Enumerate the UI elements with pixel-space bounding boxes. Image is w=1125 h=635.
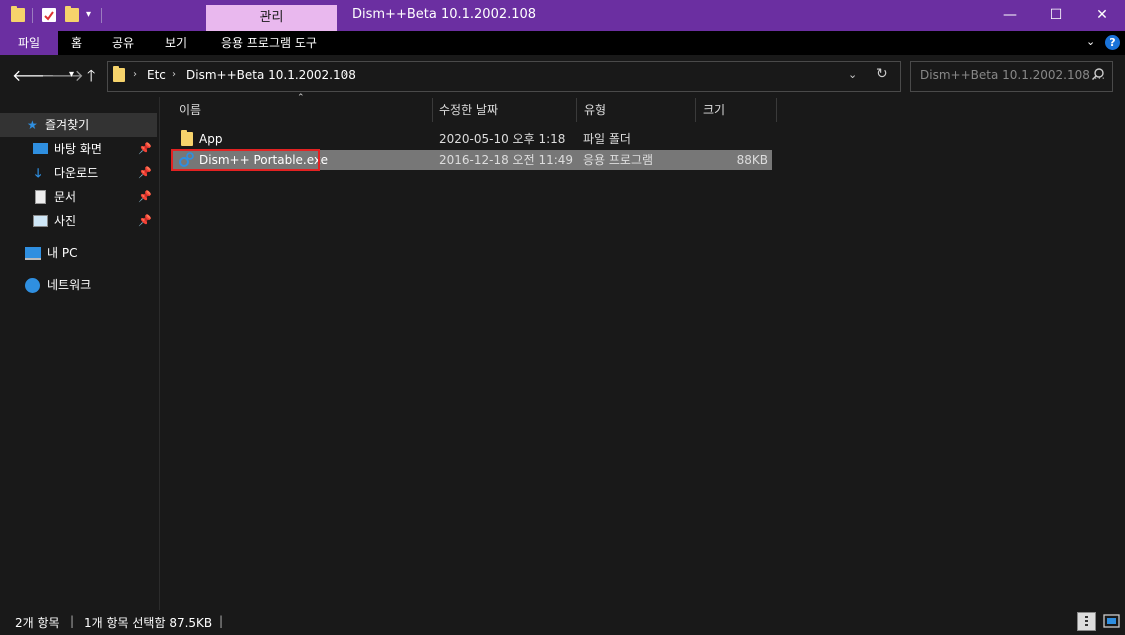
breadcrumb-dism[interactable]: Dism++Beta 10.1.2002.108 (186, 68, 356, 82)
pin-icon: 📌 (138, 214, 152, 227)
search-input[interactable]: Dism++Beta 10.1.2002.108 ... (920, 68, 1105, 82)
status-selection: 1개 항목 선택함 87.5KB (84, 616, 213, 630)
nav-item-desktop[interactable]: 바탕 화면 📌 (0, 137, 157, 161)
nav-quick-access-label: 즐겨찾기 (45, 118, 90, 132)
highlight-box (171, 149, 320, 171)
desktop-icon (33, 143, 48, 154)
tab-home[interactable]: 홈 (71, 31, 82, 55)
tab-share[interactable]: 공유 (112, 31, 134, 55)
recent-locations-icon[interactable]: ▾ (69, 69, 74, 80)
customize-qat-icon[interactable]: ▾ (86, 9, 91, 20)
document-icon (35, 190, 46, 204)
column-header-name[interactable]: 이름 (179, 98, 429, 122)
chevron-right-icon[interactable]: › (172, 69, 176, 80)
nav-quick-access[interactable]: ★ 즐겨찾기 (0, 113, 157, 137)
computer-icon (25, 247, 41, 260)
column-divider[interactable] (695, 98, 696, 122)
nav-network-label: 네트워크 (47, 278, 92, 292)
status-divider: | (70, 614, 75, 628)
tab-app-tools[interactable]: 응용 프로그램 도구 (221, 31, 317, 55)
column-divider[interactable] (776, 98, 777, 122)
column-header-type[interactable]: 유형 (584, 98, 694, 122)
tab-view[interactable]: 보기 (165, 31, 187, 55)
context-tab-manage[interactable]: 관리 (206, 5, 337, 31)
nav-item-downloads[interactable]: 🡓 다운로드 📌 (0, 161, 157, 185)
file-name: App (199, 132, 223, 146)
minimize-button[interactable]: — (987, 0, 1033, 31)
pin-icon: 📌 (138, 166, 152, 179)
divider (32, 8, 33, 23)
forward-arrow-icon[interactable]: 🡒 (41, 65, 84, 85)
large-icons-view-icon[interactable] (1102, 612, 1121, 631)
details-view-icon[interactable] (1077, 612, 1096, 631)
download-icon: 🡓 (35, 166, 42, 180)
window-title: Dism++Beta 10.1.2002.108 (352, 7, 537, 22)
column-header-size[interactable]: 크기 (703, 98, 775, 122)
file-date: 2016-12-18 오전 11:49 (439, 153, 574, 167)
chevron-down-icon[interactable]: ⌄ (848, 68, 857, 81)
file-type: 파일 폴더 (583, 132, 631, 146)
nav-item-pictures-label: 사진 (54, 214, 77, 228)
help-icon[interactable]: ? (1105, 35, 1120, 50)
column-header-date[interactable]: 수정한 날짜 (439, 98, 574, 122)
properties-icon[interactable] (42, 8, 56, 22)
nav-item-documents-label: 문서 (54, 190, 77, 204)
folder-icon (113, 66, 125, 82)
pin-icon: 📌 (138, 190, 152, 203)
up-arrow-icon[interactable]: 🡑 (87, 65, 95, 92)
nav-item-desktop-label: 바탕 화면 (54, 142, 102, 156)
nav-network[interactable]: 네트워크 (0, 273, 157, 297)
pin-icon: 📌 (138, 142, 152, 155)
title-bar (0, 0, 1125, 31)
file-row[interactable]: App 2020-05-10 오후 1:18 파일 폴더 (172, 129, 772, 149)
refresh-icon[interactable]: ↻ (876, 66, 888, 82)
new-folder-icon[interactable] (65, 6, 79, 22)
star-icon: ★ (27, 118, 38, 132)
pictures-icon (33, 215, 48, 227)
folder-icon[interactable] (11, 6, 25, 22)
column-divider[interactable] (576, 98, 577, 122)
maximize-button[interactable]: ☐ (1033, 0, 1079, 31)
tab-file[interactable]: 파일 (0, 31, 58, 55)
nav-item-downloads-label: 다운로드 (54, 166, 99, 180)
status-divider: | (219, 614, 224, 628)
search-icon[interactable] (1091, 66, 1105, 85)
column-divider[interactable] (432, 98, 433, 122)
divider (101, 8, 102, 23)
nav-this-pc-label: 내 PC (47, 246, 78, 260)
breadcrumb-etc[interactable]: Etc (147, 68, 166, 82)
file-date: 2020-05-10 오후 1:18 (439, 132, 566, 146)
network-icon (25, 278, 40, 293)
nav-item-documents[interactable]: 문서 📌 (0, 185, 157, 209)
nav-this-pc[interactable]: 내 PC (0, 241, 157, 265)
folder-icon (181, 130, 193, 146)
ribbon-collapse-icon[interactable]: ⌄ (1086, 35, 1095, 48)
chevron-right-icon[interactable]: › (343, 69, 347, 80)
file-type: 응용 프로그램 (583, 153, 654, 167)
file-size: 88KB (736, 153, 768, 167)
nav-item-pictures[interactable]: 사진 📌 (0, 209, 157, 233)
chevron-right-icon[interactable]: › (133, 69, 137, 80)
status-item-count: 2개 항목 (15, 616, 60, 630)
close-button[interactable]: ✕ (1079, 0, 1125, 31)
